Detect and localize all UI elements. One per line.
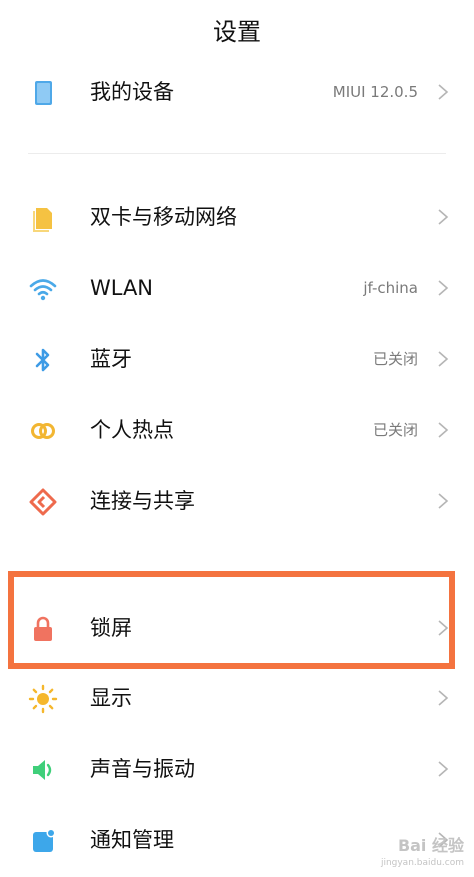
- chevron-right-icon: [436, 420, 450, 440]
- wifi-icon: [28, 274, 58, 304]
- phone-device-icon: [28, 78, 58, 108]
- chevron-right-icon: [436, 349, 450, 369]
- highlight-box: [8, 571, 455, 669]
- settings-item-value: jf-china: [363, 279, 418, 297]
- settings-item-my-device[interactable]: 我的设备 MIUI 12.0.5: [0, 62, 474, 122]
- settings-item-connection-sharing[interactable]: 连接与共享: [0, 471, 474, 531]
- settings-item-sound-vibration[interactable]: 声音与振动: [0, 739, 474, 799]
- settings-item-label: 我的设备: [90, 80, 174, 104]
- sun-icon: [28, 684, 58, 714]
- settings-item-sim-network[interactable]: 双卡与移动网络: [0, 187, 474, 247]
- baidu-jingyan-watermark: Bai 经验 jingyan.baidu.com: [356, 829, 464, 869]
- speaker-icon: [28, 755, 58, 785]
- bluetooth-icon: [28, 345, 58, 375]
- watermark-text: Bai 经验: [397, 836, 464, 855]
- settings-item-label: 显示: [90, 686, 132, 710]
- notification-icon: [28, 826, 58, 856]
- settings-item-wlan[interactable]: WLAN jf-china: [0, 258, 474, 318]
- chevron-right-icon: [436, 688, 450, 708]
- chevron-right-icon: [436, 759, 450, 779]
- chevron-right-icon: [436, 82, 450, 102]
- settings-item-value: MIUI 12.0.5: [332, 83, 418, 101]
- settings-item-label: 双卡与移动网络: [90, 205, 237, 229]
- settings-item-label: 蓝牙: [90, 347, 132, 371]
- settings-item-value: 已关闭: [372, 350, 418, 368]
- settings-item-display[interactable]: 显示: [0, 668, 474, 728]
- settings-item-label: 连接与共享: [90, 489, 195, 513]
- settings-item-value: 已关闭: [372, 421, 418, 439]
- settings-item-label: 声音与振动: [90, 757, 195, 781]
- chevron-right-icon: [436, 207, 450, 227]
- sim-card-icon: [28, 203, 58, 233]
- settings-item-label: WLAN: [90, 276, 154, 300]
- page-title: 设置: [213, 18, 261, 46]
- share-icon: [28, 487, 58, 517]
- chevron-right-icon: [436, 491, 450, 511]
- chevron-right-icon: [436, 278, 450, 298]
- section-divider: [28, 153, 446, 154]
- settings-item-label: 通知管理: [90, 828, 174, 852]
- settings-item-bluetooth[interactable]: 蓝牙 已关闭: [0, 329, 474, 389]
- settings-item-hotspot[interactable]: 个人热点 已关闭: [0, 400, 474, 460]
- watermark-sub: jingyan.baidu.com: [380, 858, 464, 868]
- hotspot-icon: [28, 416, 58, 446]
- settings-item-label: 个人热点: [90, 418, 174, 442]
